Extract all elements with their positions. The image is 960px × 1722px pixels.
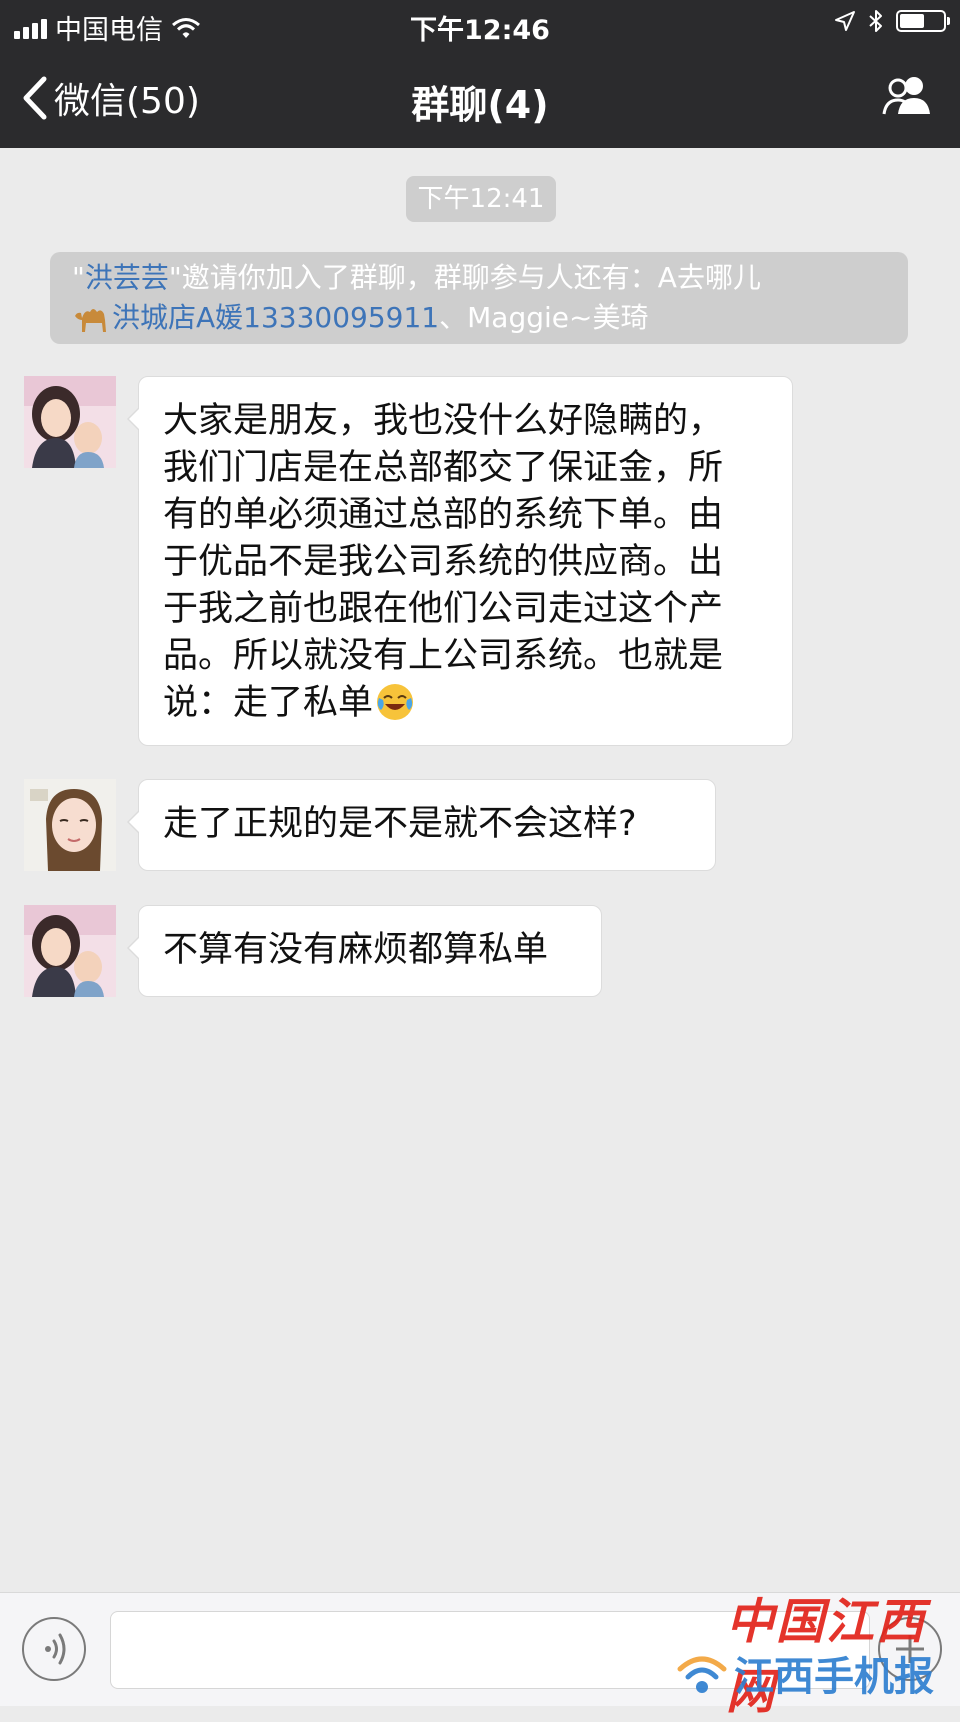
system-notice: "洪芸芸"邀请你加入了群聊，群聊参与人还有：A去哪儿 洪城店A媛13330095…	[50, 252, 908, 344]
message-timestamp: 下午12:41	[406, 176, 556, 222]
avatar[interactable]	[24, 905, 116, 997]
chat-title: 群聊(4)	[411, 83, 549, 127]
message-bubble[interactable]: 走了正规的是不是就不会这样?	[127, 779, 716, 871]
voice-icon	[45, 1633, 66, 1665]
watermark: 中国江西网 江西手机报	[676, 1582, 946, 1720]
nav-bar: 微信(50) 群聊(4)	[0, 46, 960, 148]
camel-emoji-icon	[75, 309, 106, 332]
avatar[interactable]	[24, 376, 116, 468]
watermark-bottom: 江西手机报	[676, 1644, 934, 1702]
wifi-logo-icon	[677, 1656, 727, 1693]
location-arrow-icon	[835, 11, 855, 31]
bluetooth-icon	[869, 10, 882, 32]
battery-icon	[896, 10, 950, 32]
status-time: 下午12:46	[410, 15, 550, 46]
message-bubble[interactable]: 大家是朋友，我也没什么好隐瞒的， 我们门店是在总部都交了保证金，所 有的单必须通…	[127, 376, 793, 746]
system-notice-line-1: "洪芸芸"邀请你加入了群聊，群聊参与人还有：A去哪儿	[72, 261, 761, 294]
phone-link[interactable]: 13330095911	[243, 301, 439, 334]
face-with-tears-of-joy-icon	[377, 684, 414, 720]
participant-link[interactable]: 洪城店A媛	[112, 301, 243, 334]
message-bubble[interactable]: 不算有没有麻烦都算私单	[127, 905, 602, 997]
system-notice-line-2: 洪城店A媛13330095911、Maggie~美琦	[72, 298, 886, 338]
group-info-button[interactable]	[880, 74, 934, 122]
status-bar: 中国电信 下午12:46	[0, 0, 960, 46]
voice-input-button[interactable]	[22, 1617, 86, 1681]
inviter-link[interactable]: 洪芸芸	[85, 261, 169, 294]
avatar[interactable]	[24, 779, 116, 871]
group-members-icon	[882, 77, 930, 115]
status-right	[834, 9, 950, 33]
